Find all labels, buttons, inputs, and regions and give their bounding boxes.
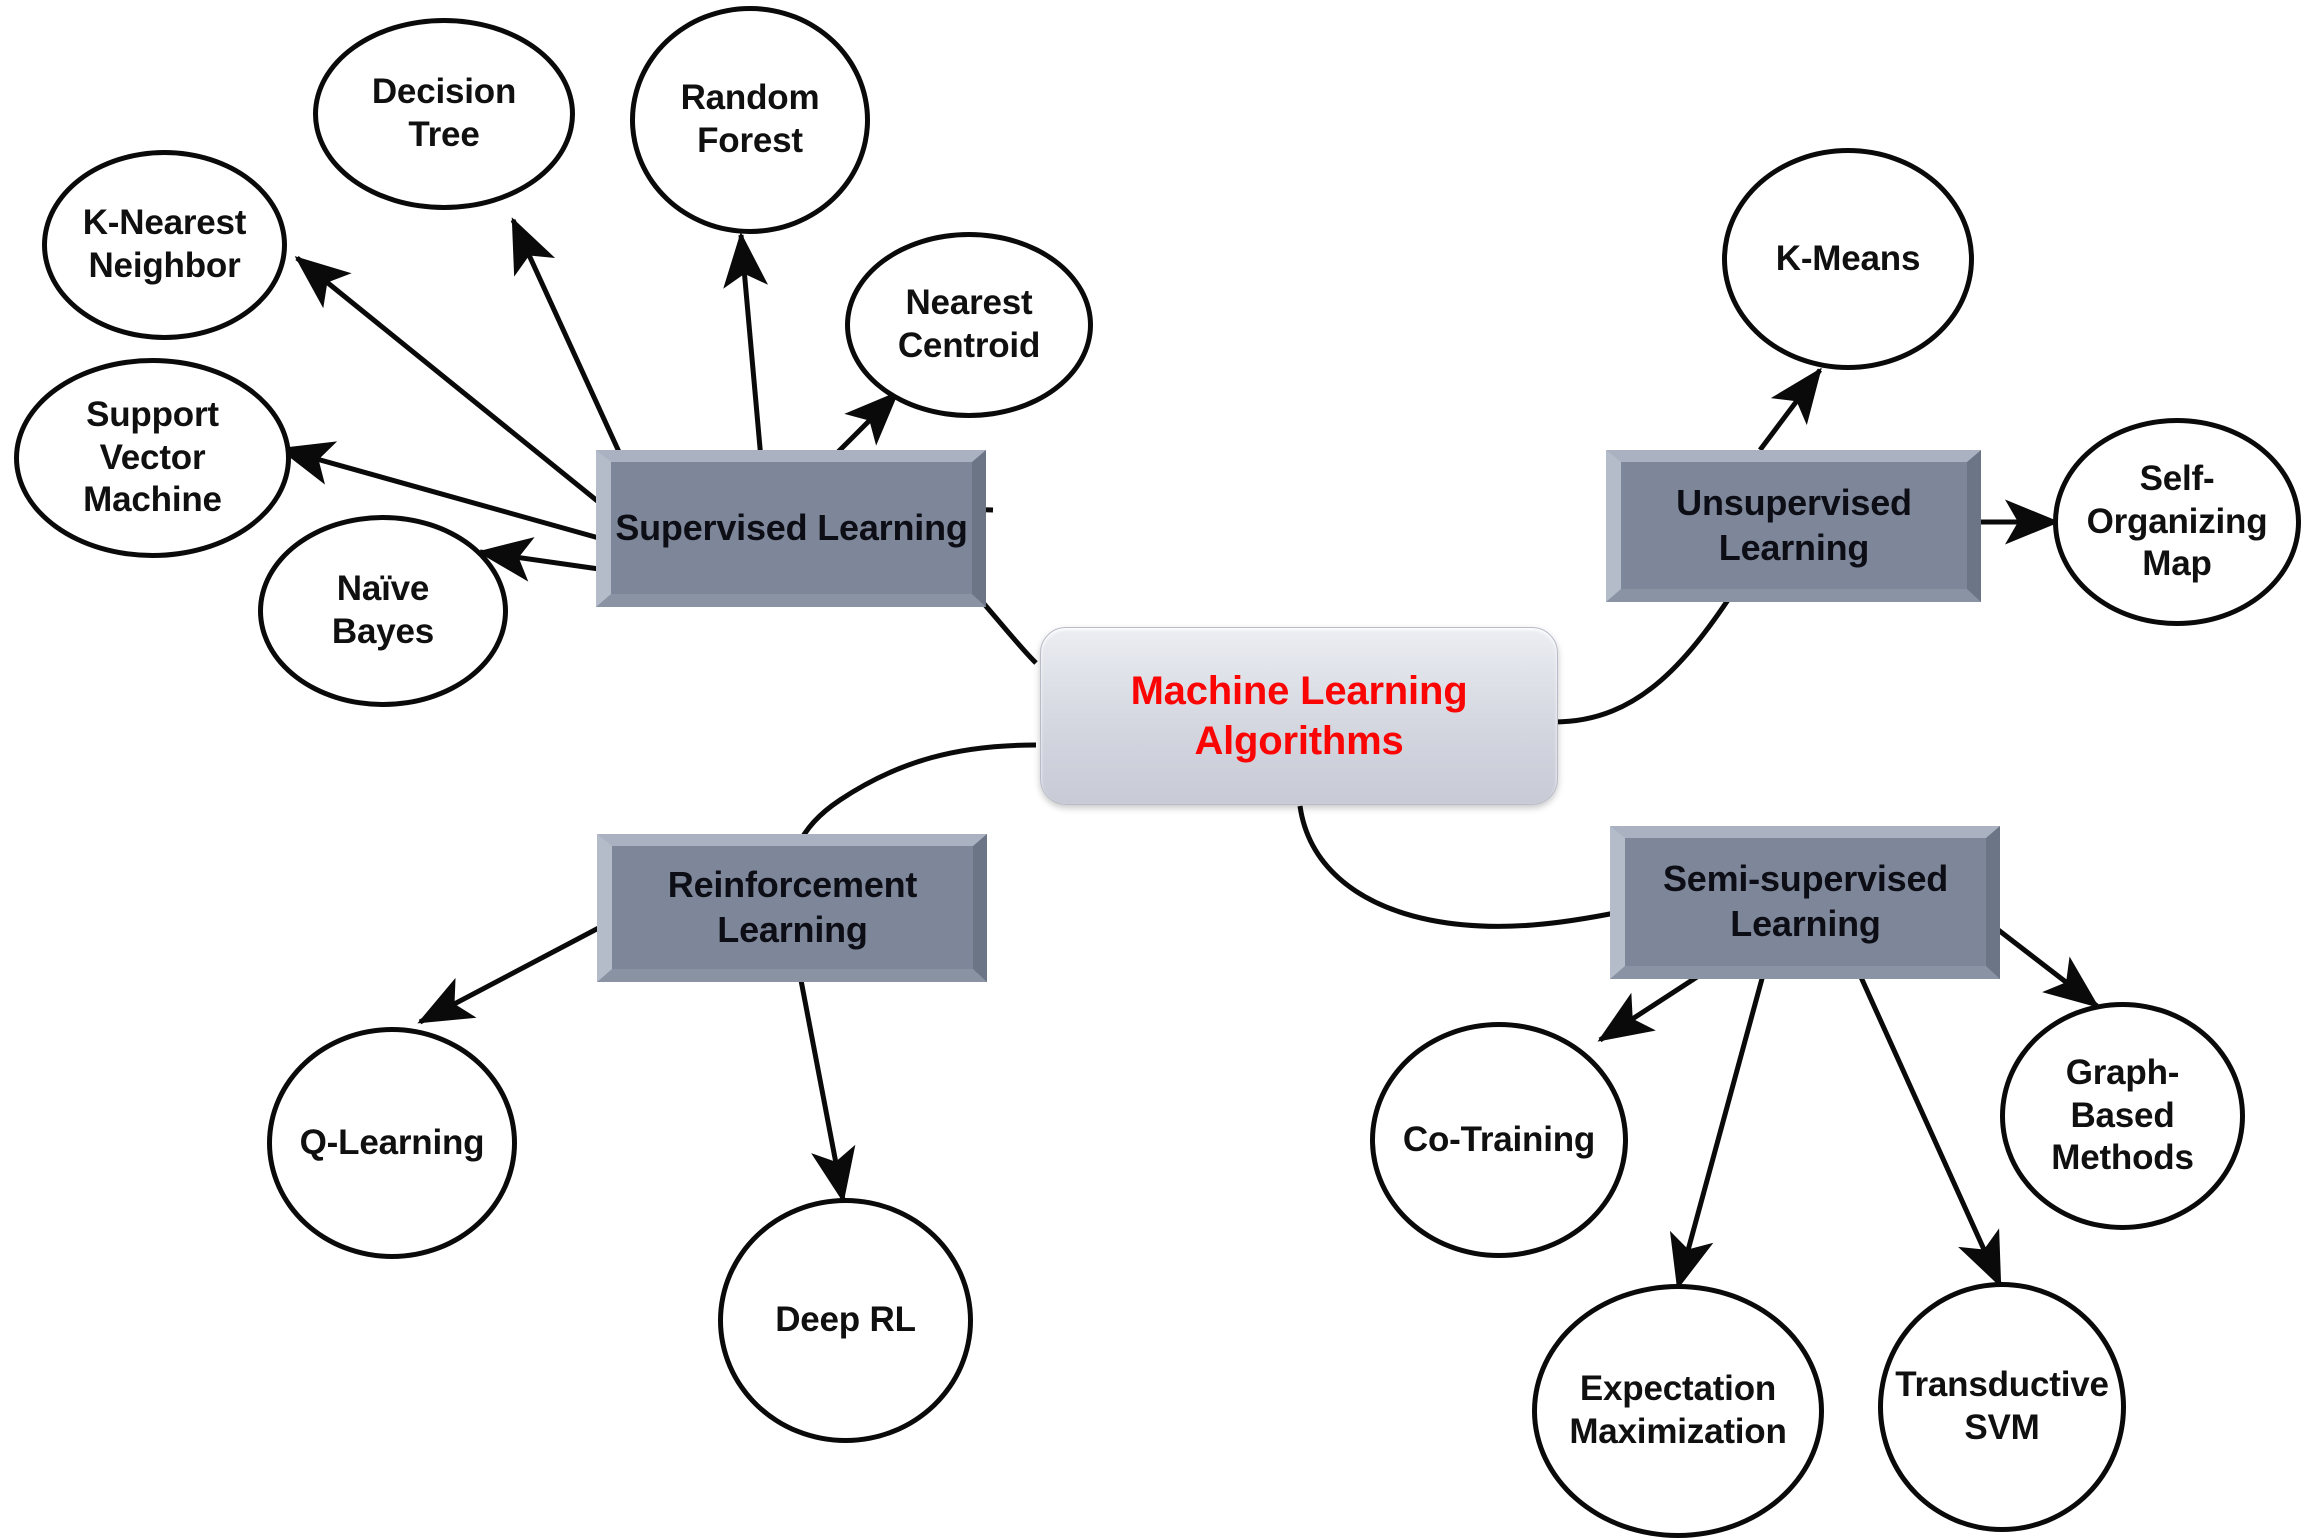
edge-reinforcement-q-learning: [417, 919, 612, 1025]
category-label: Supervised: [615, 506, 808, 548]
leaf-label: Nearest: [905, 283, 1033, 323]
leaf-label: Graph-: [2065, 1052, 2180, 1092]
leaf-label: Naïve: [336, 569, 430, 609]
leaf-support-vector-machine[interactable]: Support Vector Machine: [14, 358, 291, 558]
leaf-label: Bayes: [331, 612, 435, 651]
mindmap-canvas: K-Nearest Neighbor Decision Tree Random …: [0, 0, 2304, 1538]
edge-supervised-nearest-centroid: [830, 390, 900, 460]
leaf-label: Tree: [408, 115, 480, 154]
leaf-label: Q-Learning: [299, 1122, 485, 1162]
leaf-label: Expectation: [1579, 1369, 1777, 1409]
leaf-label: Support: [86, 394, 219, 434]
leaf-label: Maximization: [1569, 1412, 1787, 1451]
leaf-label: Neighbor: [88, 246, 241, 285]
edge-root-reinforcement: [795, 742, 1037, 848]
edge-root-semisupervised: [1297, 805, 1621, 929]
leaf-k-means[interactable]: K-Means: [1722, 148, 1974, 370]
leaf-deep-rl[interactable]: Deep RL: [718, 1198, 973, 1443]
edge-supervised-random-forest: [723, 232, 769, 460]
root-node-machine-learning-algorithms[interactable]: Machine Learning Algorithms: [1040, 627, 1558, 805]
edge-semisupervised-co-training: [1597, 972, 1702, 1043]
category-label: Semi-supervised: [1662, 858, 1949, 900]
leaf-label: Transductive: [1895, 1365, 2109, 1405]
category-unsupervised-learning[interactable]: Unsupervised Learning: [1606, 450, 1981, 602]
root-label: Machine Learning: [1130, 668, 1468, 713]
leaf-label: SVM: [1964, 1408, 2040, 1447]
leaf-label: Map: [2142, 544, 2212, 584]
leaf-expectation-maximization[interactable]: Expectation Maximization: [1532, 1284, 1824, 1538]
leaf-label: Random: [680, 78, 820, 118]
category-supervised-learning[interactable]: Supervised Learning: [596, 450, 986, 607]
leaf-label: Organizing: [2086, 501, 2268, 541]
leaf-label: Centroid: [897, 326, 1041, 365]
edge-unsupervised-k-means: [1758, 367, 1822, 452]
edge-semisupervised-transductive-svm: [1857, 973, 2003, 1288]
edge-supervised-naive-bayes: [477, 537, 607, 582]
category-label: Learning: [1730, 903, 1881, 944]
category-reinforcement-learning[interactable]: Reinforcement Learning: [597, 834, 987, 982]
leaf-q-learning[interactable]: Q-Learning: [267, 1027, 517, 1259]
category-semi-supervised-learning[interactable]: Semi-supervised Learning: [1610, 826, 2000, 979]
leaf-label: Self-: [2139, 458, 2215, 498]
leaf-naive-bayes[interactable]: Naïve Bayes: [258, 515, 508, 707]
category-label: Learning: [717, 908, 868, 950]
leaf-label: Decision: [371, 72, 517, 112]
edge-supervised-decision-tree: [510, 217, 628, 467]
category-label: Learning: [1718, 526, 1870, 568]
leaf-graph-based-methods[interactable]: Graph- Based Methods: [2000, 1002, 2245, 1230]
edge-reinforcement-deep-rl: [797, 974, 856, 1203]
leaf-label: Deep RL: [775, 1300, 916, 1340]
edge-semisupervised-expectation-maximization: [1669, 974, 1766, 1290]
leaf-random-forest[interactable]: Random Forest: [630, 6, 870, 234]
leaf-self-organizing-map[interactable]: Self- Organizing Map: [2053, 418, 2301, 626]
category-label: Reinforcement: [667, 863, 918, 905]
edge-supervised-knn: [294, 256, 608, 510]
leaf-label: Co-Training: [1402, 1119, 1596, 1159]
leaf-k-nearest-neighbor[interactable]: K-Nearest Neighbor: [42, 150, 287, 340]
leaf-label: Forest: [697, 121, 803, 160]
leaf-decision-tree[interactable]: Decision Tree: [313, 18, 575, 210]
leaf-nearest-centroid[interactable]: Nearest Centroid: [845, 232, 1093, 418]
category-label: Unsupervised: [1676, 481, 1912, 523]
leaf-label: Methods: [2051, 1138, 2194, 1178]
leaf-label: K-Means: [1775, 238, 1921, 278]
leaf-label: Based: [2070, 1095, 2175, 1135]
leaf-label: Machine: [83, 480, 222, 520]
root-label: Algorithms: [1194, 719, 1404, 763]
leaf-label: K-Nearest: [82, 203, 247, 243]
leaf-transductive-svm[interactable]: Transductive SVM: [1878, 1282, 2126, 1532]
leaf-co-training[interactable]: Co-Training: [1370, 1022, 1628, 1258]
leaf-label: Vector: [99, 437, 206, 477]
category-label: Learning: [817, 506, 968, 548]
